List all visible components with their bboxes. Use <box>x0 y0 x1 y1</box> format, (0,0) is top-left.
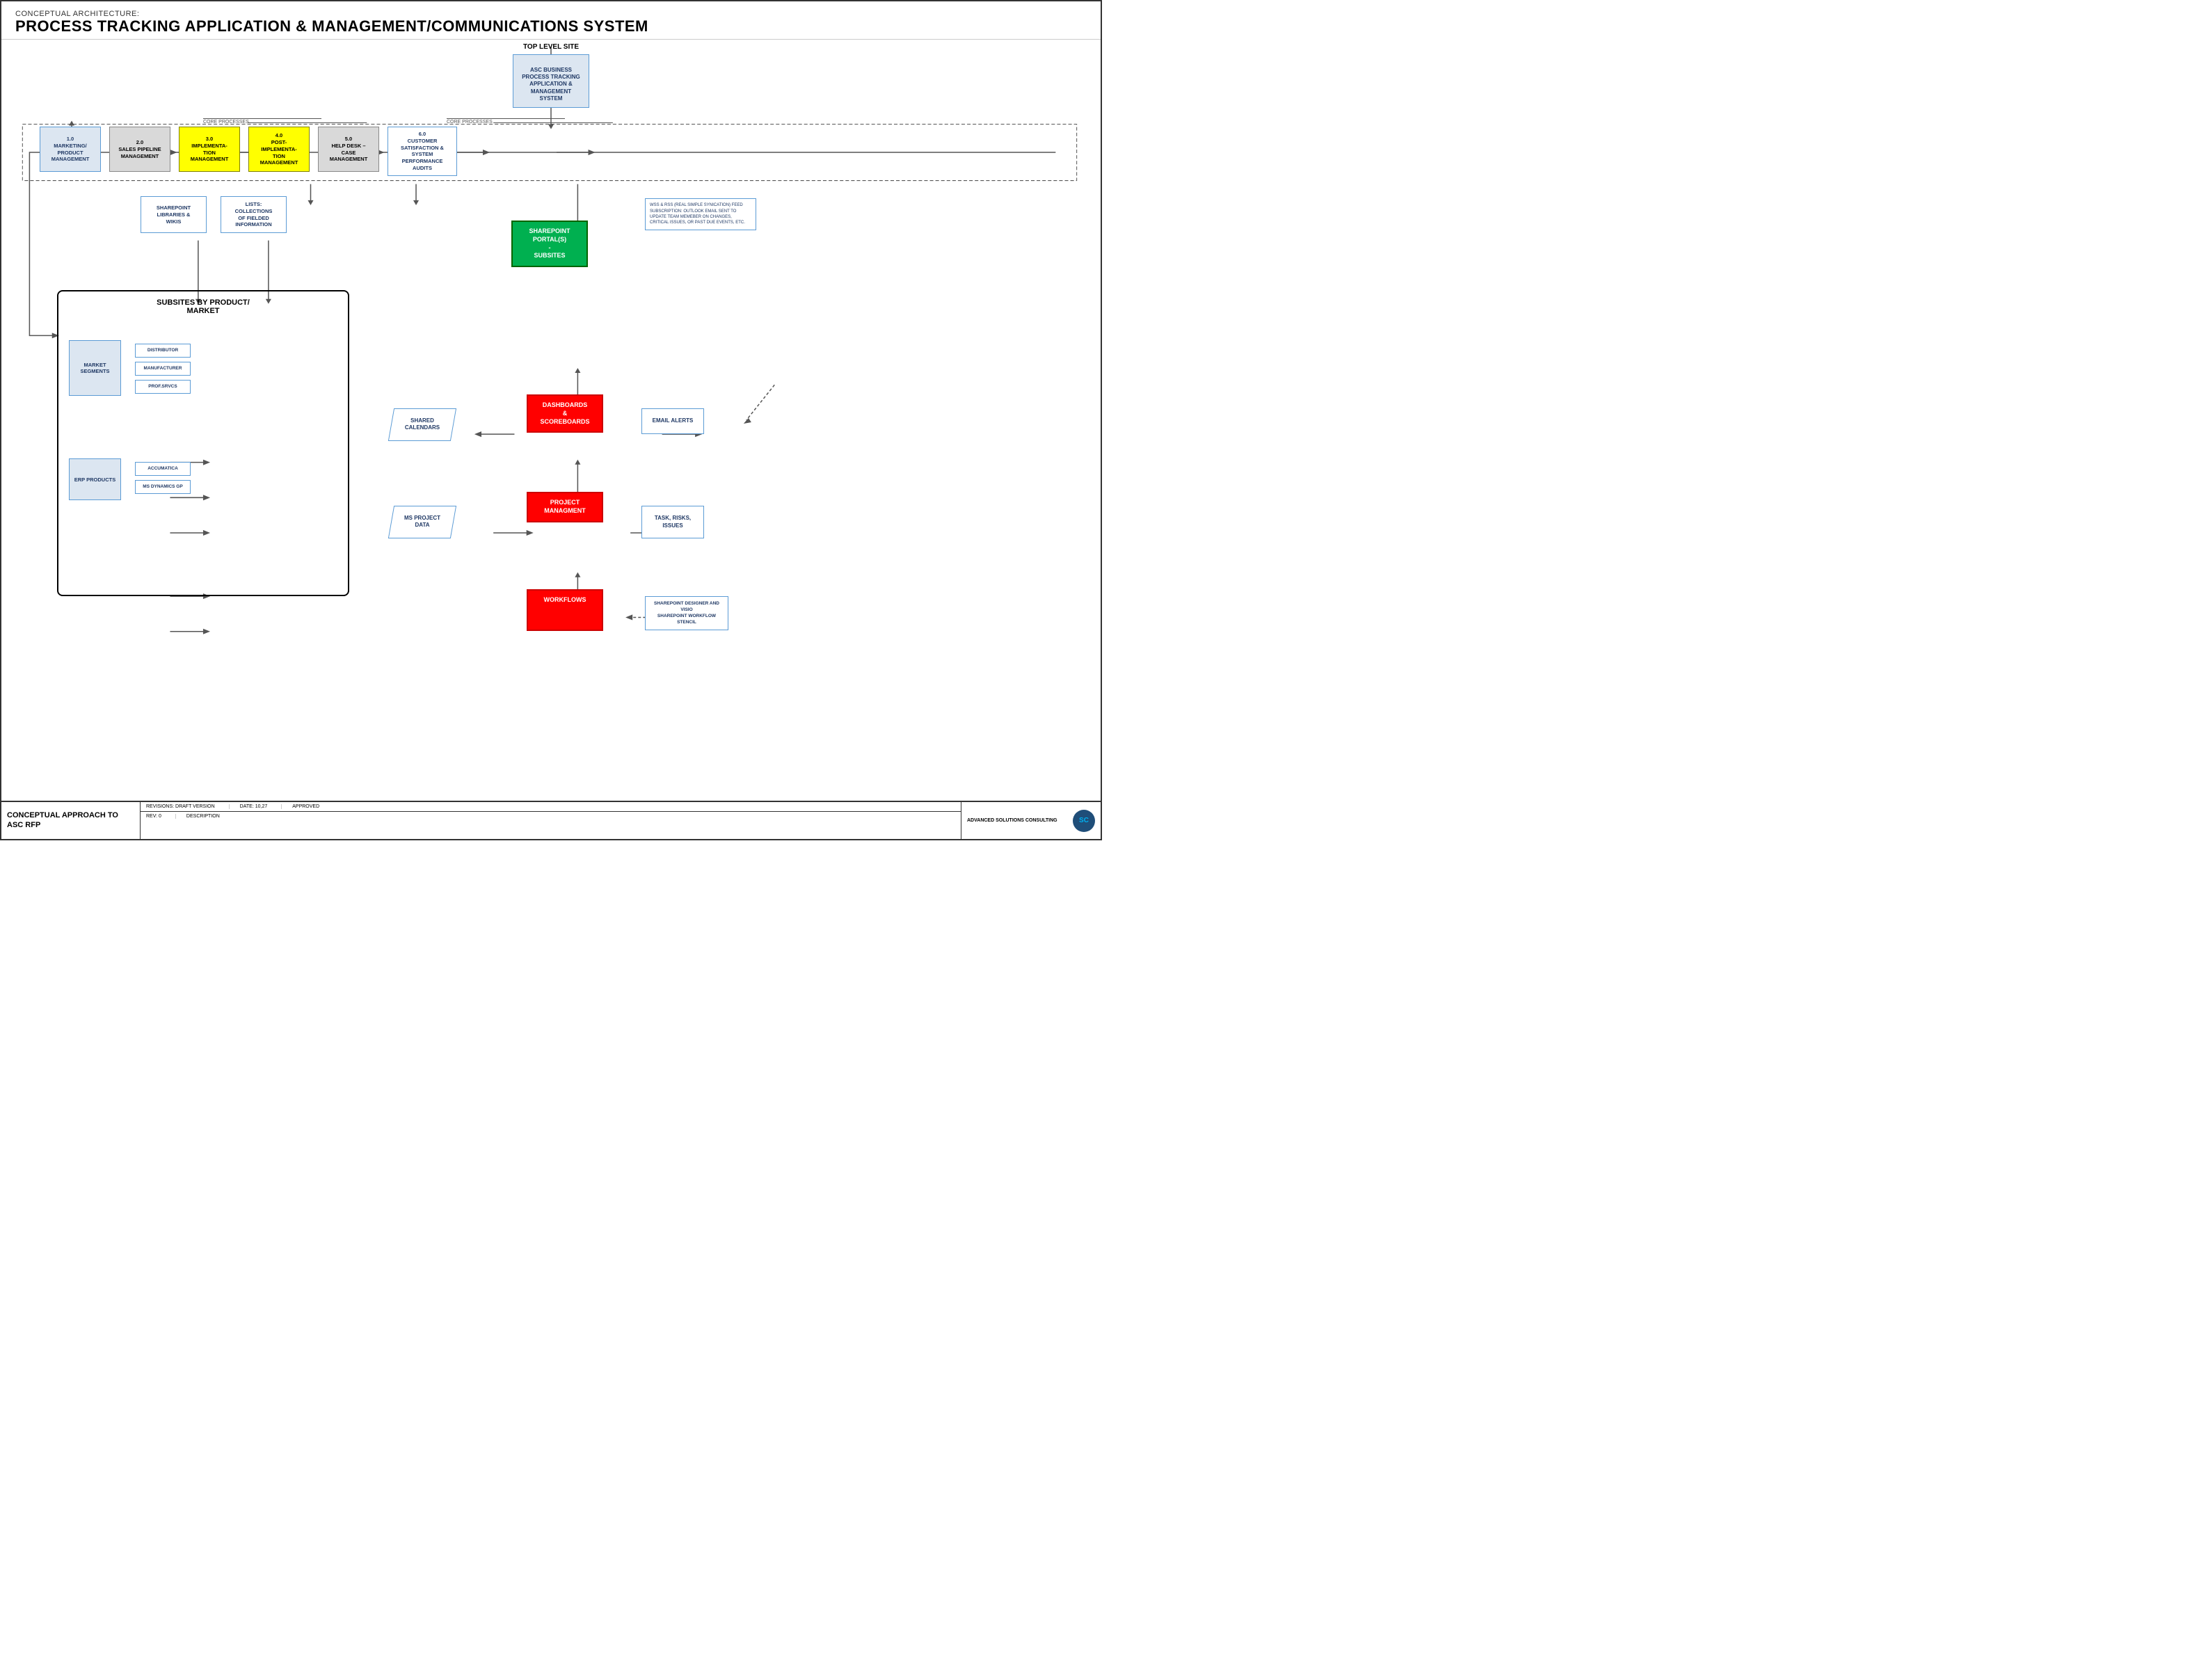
diagram-area: TOP LEVEL SITE ASC BUSINESS PROCESS TRAC… <box>1 40 1101 801</box>
process-box-4[interactable]: 4.0 POST- IMPLEMENTA- TION MANAGEMENT <box>248 127 310 172</box>
market-segments-box: MARKET SEGMENTS <box>69 340 121 396</box>
process-box-1[interactable]: 1.0 MARKETING/ PRODUCT MANAGEMENT <box>40 127 101 172</box>
lib-boxes-group: SHAREPOINT LIBRARIES & WIKIS LISTS: COLL… <box>141 196 287 233</box>
shared-calendars-container: SHARED CALENDARS <box>391 408 454 441</box>
segment-profsrvcs: PROF.SRVCS <box>135 380 191 394</box>
footer-company: ADVANCED SOLUTIONS CONSULTING <box>967 818 1057 823</box>
footer-left-label: CONCEPTUAL APPROACH TO ASC RFP <box>1 802 141 839</box>
note-wss-box: WSS & RSS (REAL SIMPLE SYNICATION) FEED … <box>645 198 756 230</box>
erp-items: ACCUMATICA MS DYNAMICS GP <box>135 462 191 494</box>
lists-box: LISTS: COLLECTIONS OF FIELDED INFORMATIO… <box>221 196 287 233</box>
asc-top-level-box: ASC BUSINESS PROCESS TRACKING APPLICATIO… <box>513 54 589 107</box>
footer-rev-row: REV: 0 DESCRIPTION <box>141 812 961 821</box>
process-box-3[interactable]: 3.0 IMPLEMENTA- TION MANAGEMENT <box>179 127 240 172</box>
sc-logo: SC <box>1073 810 1095 832</box>
top-level-label: TOP LEVEL SITE <box>523 43 579 51</box>
erp-accumatica: ACCUMATICA <box>135 462 191 476</box>
header-title: PROCESS TRACKING APPLICATION & MANAGEMEN… <box>15 18 1087 35</box>
workflows-box: WORKFLOWS <box>527 589 603 631</box>
project-mgmt-box: PROJECT MANAGMENT <box>527 492 603 522</box>
subsites-title: SUBSITES BY PRODUCT/MARKET <box>65 298 341 315</box>
subsites-outer-box: SUBSITES BY PRODUCT/MARKET MARKET SEGMEN… <box>57 290 349 596</box>
note-workflow-box: SHAREPOINT DESIGNER AND VISIO SHAREPOINT… <box>645 596 728 630</box>
process-box-6[interactable]: 6.0 CUSTOMER SATISFACTION & SYSTEM PERFO… <box>388 127 457 176</box>
footer-bar: CONCEPTUAL APPROACH TO ASC RFP REVISIONS… <box>1 801 1101 839</box>
email-alerts-container: EMAIL ALERTS <box>641 408 704 433</box>
main-container: CONCEPTUAL ARCHITECTURE: PROCESS TRACKIN… <box>0 0 1102 840</box>
dashboards-box: DASHBOARDS & SCOREBOARDS <box>527 394 603 433</box>
process-box-5[interactable]: 5.0 HELP DESK – CASE MANAGEMENT <box>318 127 379 172</box>
segment-distributor: DISTRIBUTOR <box>135 344 191 358</box>
footer-mid: REVISIONS: DRAFT VERSION DATE: 10,27 APP… <box>141 802 961 839</box>
erp-msdynamics: MS DYNAMICS GP <box>135 480 191 494</box>
footer-revisions: REVISIONS: DRAFT VERSION DATE: 10,27 APP… <box>141 802 961 812</box>
email-alerts-box: EMAIL ALERTS <box>641 408 704 433</box>
ms-project-container: MS PROJECT DATA <box>391 506 454 538</box>
market-segments-group: MARKET SEGMENTS DISTRIBUTOR MANUFACTURER… <box>69 340 191 396</box>
process-boxes-row: 1.0 MARKETING/ PRODUCT MANAGEMENT 2.0 SA… <box>40 127 457 176</box>
segment-items: DISTRIBUTOR MANUFACTURER PROF.SRVCS <box>135 344 191 394</box>
sharepoint-libraries-box: SHAREPOINT LIBRARIES & WIKIS <box>141 196 207 233</box>
core-label-right: CORE PROCESSES <box>447 118 565 125</box>
erp-products-box: ERP PRODUCTS <box>69 458 121 500</box>
footer-right: ADVANCED SOLUTIONS CONSULTING SC <box>961 802 1101 839</box>
task-risks-box: TASK, RISKS, ISSUES <box>641 506 704 538</box>
ms-project-box: MS PROJECT DATA <box>388 506 456 538</box>
erp-products-group: ERP PRODUCTS ACCUMATICA MS DYNAMICS GP <box>69 458 191 500</box>
process-box-2[interactable]: 2.0 SALES PIPELINE MANAGEMENT <box>109 127 170 172</box>
segment-manufacturer: MANUFACTURER <box>135 362 191 376</box>
header-section: CONCEPTUAL ARCHITECTURE: PROCESS TRACKIN… <box>1 1 1101 40</box>
core-label-left: CORE PROCESSES <box>203 118 321 125</box>
shared-calendars-box: SHARED CALENDARS <box>388 408 456 441</box>
task-risks-container: TASK, RISKS, ISSUES <box>641 506 704 538</box>
